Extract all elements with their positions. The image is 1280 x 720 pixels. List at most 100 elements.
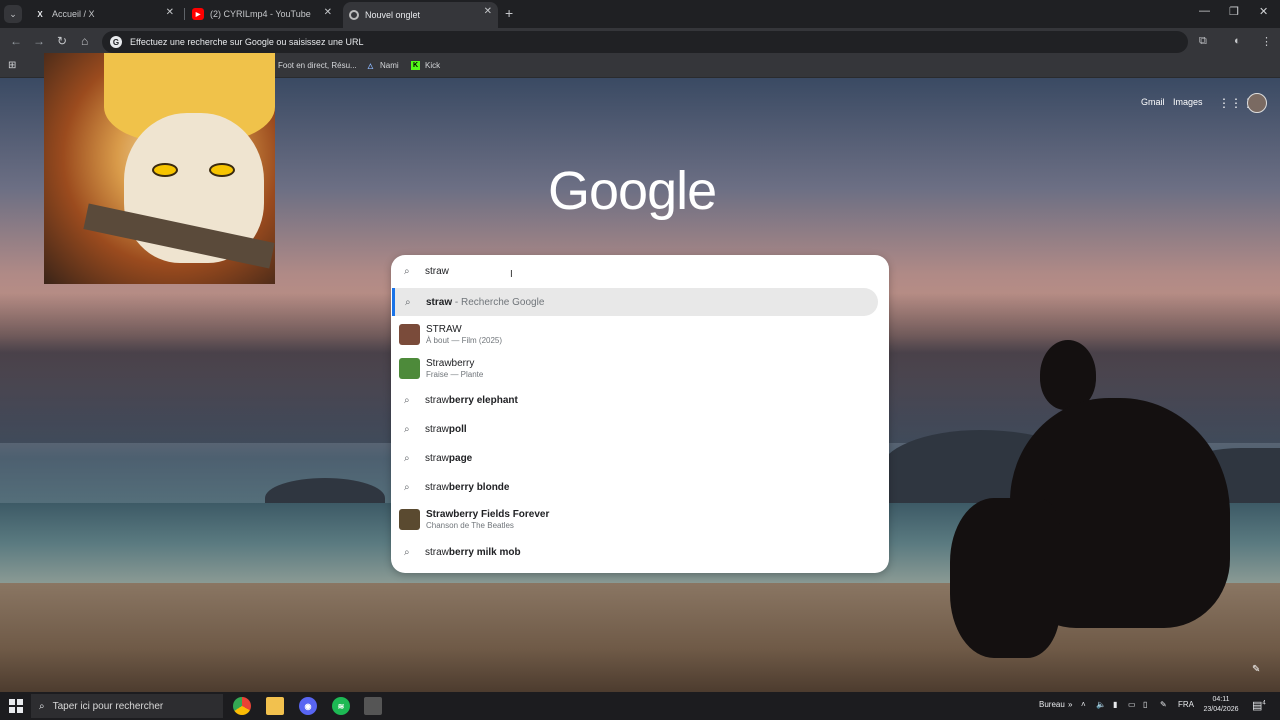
profile-icon[interactable]: ◐	[1234, 35, 1241, 47]
suggestion-text: strawberry milk mob	[425, 547, 521, 558]
gmail-link[interactable]: Gmail	[1141, 97, 1165, 107]
tab-nouvel-onglet[interactable]: Nouvel onglet ✕	[343, 2, 498, 28]
suggestion-bold: straw	[426, 296, 453, 308]
clock-time: 04:11	[1212, 696, 1230, 703]
show-hidden-icons[interactable]: ˄	[1081, 700, 1086, 709]
account-avatar[interactable]	[1247, 93, 1267, 113]
tab-search-button[interactable]: ⌄	[4, 5, 22, 23]
omnibox[interactable]: G Effectuez une recherche sur Google ou …	[102, 31, 1188, 53]
tab-accueil-x[interactable]: X Accueil / X ✕	[28, 3, 180, 25]
bureau-label[interactable]: Bureau	[1039, 700, 1065, 709]
minimize-icon[interactable]: —	[1199, 5, 1210, 17]
pip-eye	[209, 163, 235, 177]
suggestion-subtitle: Chanson de The Beatles	[426, 520, 514, 530]
suggestion-prefix: straw	[425, 423, 449, 435]
search-icon: ⌕	[404, 546, 410, 558]
bookmark-label: Nami	[380, 61, 399, 70]
search-input[interactable]	[425, 265, 505, 277]
chrome-icon	[349, 10, 359, 20]
microphone-icon[interactable]: ▮	[1113, 700, 1117, 709]
suggestion-item[interactable]: ⌕ straw - Recherche Google	[392, 288, 878, 316]
bookmark-foot[interactable]: Foot en direct, Résu...	[278, 61, 357, 70]
menu-dots-icon[interactable]: ⋮	[1261, 35, 1272, 48]
taskbar-search[interactable]: ⌕ Taper ici pour rechercher	[31, 694, 223, 718]
discord-icon[interactable]: ◉	[299, 697, 317, 715]
customize-pencil-icon[interactable]: ✎	[1252, 664, 1260, 675]
google-g-icon: G	[110, 36, 122, 48]
forward-arrow-icon[interactable]: →	[33, 34, 45, 48]
search-icon: ⌕	[39, 700, 45, 712]
tab-strip: ⌄ X Accueil / X ✕ ▶ (2) CYRILmp4 - YouTu…	[0, 0, 1280, 28]
suggestion-item[interactable]: ⌕ strawberry blonde	[391, 473, 889, 501]
suggestion-item[interactable]: ⌕ strawpage	[391, 444, 889, 472]
background-person-legs	[950, 498, 1060, 658]
search-box[interactable]: ⌕ I	[391, 255, 889, 287]
clock-date: 23/04/2026	[1203, 706, 1239, 713]
suggestion-item[interactable]: ⌕ strawberry elephant	[391, 386, 889, 414]
notification-count: 4	[1262, 700, 1266, 707]
system-clock[interactable]: 04:11 23/04/2026	[1200, 695, 1242, 715]
browser-toolbar: ← → ↻ ⌂ G Effectuez une recherche sur Go…	[0, 28, 1280, 56]
omnibox-placeholder: Effectuez une recherche sur Google ou sa…	[130, 37, 364, 47]
suggestion-title: STRAW	[426, 323, 462, 335]
suggestion-text: strawpage	[425, 453, 472, 464]
plant-thumbnail	[399, 357, 420, 379]
search-dropdown: ⌕ I ⌕ straw - Recherche Google STRAW À b…	[391, 255, 889, 573]
spotify-icon[interactable]: ≋	[332, 697, 350, 715]
tab-youtube[interactable]: ▶ (2) CYRILmp4 - YouTube ✕	[186, 3, 338, 25]
restore-icon[interactable]: ❐	[1229, 5, 1239, 18]
search-icon: ⌕	[404, 265, 410, 277]
notification-icon[interactable]: ▤4	[1252, 699, 1266, 712]
close-window-icon[interactable]: ✕	[1259, 5, 1268, 18]
extensions-icon[interactable]: ⧉	[1199, 35, 1207, 48]
tab-title: Accueil / X	[52, 9, 95, 19]
suggestion-text: STRAW À bout — Film (2025)	[426, 324, 502, 345]
search-icon: ⌕	[404, 481, 410, 493]
suggestion-title: Strawberry Fields Forever	[426, 508, 550, 520]
suggestion-text: Strawberry Fraise — Plante	[426, 358, 483, 379]
home-icon[interactable]: ⌂	[81, 34, 88, 48]
language-indicator[interactable]: FRA	[1178, 700, 1194, 709]
search-icon: ⌕	[404, 452, 410, 464]
close-tab-icon[interactable]: ✕	[166, 7, 174, 18]
pen-icon[interactable]: ✎	[1160, 700, 1167, 709]
suggestion-item[interactable]: Strawberry Fraise — Plante	[391, 352, 889, 384]
chevron-icon[interactable]: »	[1068, 700, 1072, 709]
new-tab-button[interactable]: +	[505, 5, 513, 21]
pip-video-overlay[interactable]	[44, 53, 275, 284]
x-logo-icon: X	[37, 9, 43, 19]
bookmark-kick[interactable]: K Kick	[411, 61, 440, 70]
suggestion-subtitle: Fraise — Plante	[426, 369, 484, 379]
tab-title: (2) CYRILmp4 - YouTube	[210, 9, 311, 19]
suggestion-bold: poll	[448, 423, 467, 435]
suggestion-item[interactable]: ⌕ strawpoll	[391, 415, 889, 443]
tab-separator	[184, 8, 185, 20]
kick-icon: K	[411, 61, 420, 70]
bookmark-nami[interactable]: △ Nami	[366, 61, 399, 70]
suggestion-item[interactable]: ⌕ strawberry milk mob	[391, 538, 889, 566]
suggestion-item[interactable]: Strawberry Fields Forever Chanson de The…	[391, 503, 889, 535]
suggestion-item[interactable]: STRAW À bout — Film (2025)	[391, 318, 889, 350]
pip-eye	[152, 163, 178, 177]
close-tab-icon[interactable]: ✕	[324, 7, 332, 18]
network-icon[interactable]: ▭	[1128, 700, 1136, 709]
reload-icon[interactable]: ↻	[57, 34, 67, 48]
suggestion-text: strawberry blonde	[425, 482, 509, 493]
back-arrow-icon[interactable]: ←	[10, 34, 22, 48]
search-icon: ⌕	[405, 296, 411, 308]
suggestion-bold: page	[448, 452, 473, 464]
battery-icon[interactable]: ▯	[1143, 700, 1147, 709]
close-tab-icon[interactable]: ✕	[484, 6, 492, 17]
suggestion-bold: berry blonde	[448, 481, 510, 493]
chrome-taskbar-icon[interactable]	[233, 697, 251, 715]
images-link[interactable]: Images	[1173, 97, 1203, 107]
volume-icon[interactable]: 🔈	[1096, 700, 1106, 709]
suggestion-text: strawberry elephant	[425, 395, 518, 406]
google-logo: Google	[548, 161, 717, 221]
windows-start-icon[interactable]	[9, 699, 23, 713]
apps-grid-icon[interactable]: ⊞	[8, 60, 16, 71]
bookmark-label: Kick	[425, 61, 441, 70]
taskbar-search-placeholder: Taper ici pour rechercher	[52, 700, 164, 712]
app-taskbar-icon[interactable]	[364, 697, 382, 715]
file-explorer-icon[interactable]	[266, 697, 284, 715]
